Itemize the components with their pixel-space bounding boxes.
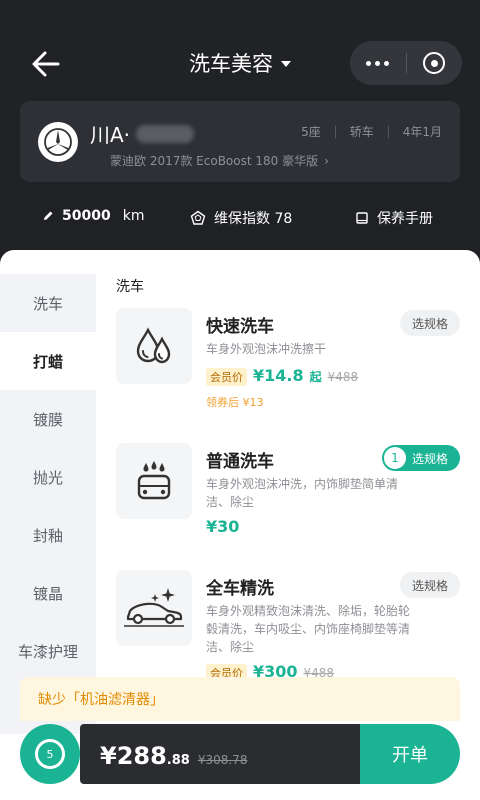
category-sidebar: 洗车 打蜡 镀膜 抛光 封釉 镀晶 车漆护理 — [0, 274, 96, 734]
cart-summary[interactable]: ¥288.88 ¥308.78 — [80, 724, 380, 784]
maintenance-index: 维保指数 78 — [214, 211, 293, 227]
service-image — [116, 570, 192, 646]
service-item-full-detail[interactable]: 全车精洗 车身外观精致泡沫清洗、除垢，轮胎轮毂清洗，车内吸尘、内饰座椅脚垫等清洁… — [114, 570, 464, 682]
page-title: 洗车美容 — [189, 52, 273, 76]
mini-program-capsule — [350, 41, 462, 85]
mileage-value: 50000 — [62, 208, 111, 224]
sidebar-item-label: 镀膜 — [32, 410, 63, 429]
plate-redacted — [136, 124, 195, 143]
mileage-unit: km — [122, 208, 145, 224]
car-stats: 50000 km 维保指数 78 保养手册 — [0, 208, 480, 234]
sidebar-item-glaze[interactable]: 封釉 — [0, 506, 96, 564]
close-mini-program-button[interactable] — [406, 41, 462, 85]
select-spec-button[interactable]: 1 选规格 — [382, 445, 460, 471]
create-order-label: 开单 — [392, 745, 428, 766]
service-name: 普通洗车 — [206, 452, 274, 472]
sidebar-item-crystal[interactable]: 镀晶 — [0, 564, 96, 622]
pencil-icon — [44, 211, 53, 220]
service-desc: 车身外观精致泡沫清洗、除垢，轮胎轮毂清洗，车内吸尘、内饰座椅脚垫等清洁、除尘 — [206, 604, 411, 654]
pentagon-icon — [190, 210, 206, 225]
mercedes-logo-icon — [44, 128, 72, 156]
car-rain-icon — [137, 461, 171, 500]
maintenance-manual-link[interactable]: 保养手册 — [355, 208, 433, 228]
mileage-stat[interactable]: 50000 km — [42, 208, 144, 224]
section-title: 洗车 — [116, 279, 144, 295]
car-model-text: 蒙迪欧 2017款 EcoBoost 180 豪华版 — [110, 154, 319, 168]
sparkle-car-icon — [124, 588, 184, 627]
car-body-type: 轿车 — [349, 125, 374, 139]
car-info-card[interactable]: 川A· 5座 轿车 4年1月 蒙迪欧 2017款 EcoBoost 180 豪华… — [20, 101, 460, 182]
sidebar-item-label: 封釉 — [32, 526, 63, 545]
cart-total-main: ¥288 — [100, 742, 167, 770]
maintenance-index-stat[interactable]: 维保指数 78 — [190, 208, 292, 228]
sidebar-item-wash[interactable]: 洗车 — [0, 274, 96, 332]
spec-label: 选规格 — [412, 451, 449, 466]
cart-bar: ¥288.88 ¥308.78 5 开单 — [20, 724, 460, 784]
meta-divider — [334, 125, 336, 138]
caret-down-icon — [281, 61, 291, 67]
license-plate: 川A· — [90, 119, 195, 148]
service-name: 快速洗车 — [206, 317, 274, 337]
cart-total-decimal: .88 — [166, 753, 190, 768]
select-spec-button[interactable]: 选规格 — [400, 310, 460, 336]
dot-icon — [384, 60, 390, 66]
sidebar-item-coating[interactable]: 镀膜 — [0, 390, 96, 448]
service-price-row: ¥30 — [206, 517, 239, 536]
dot-icon — [366, 60, 372, 66]
cart-total: ¥288.88 — [100, 742, 190, 770]
sidebar-item-label: 洗车 — [32, 294, 63, 313]
original-price: ¥488 — [327, 370, 359, 384]
meta-divider — [387, 125, 389, 138]
book-icon — [356, 212, 368, 224]
sidebar-item-label: 车漆护理 — [17, 642, 78, 661]
chevron-right-icon: › — [324, 153, 329, 168]
sidebar-item-paint-care[interactable]: 车漆护理 — [0, 622, 96, 680]
page-title-dropdown[interactable]: 洗车美容 — [189, 48, 291, 78]
price-suffix: 起 — [309, 370, 322, 384]
sidebar-item-label: 打蜡 — [32, 352, 63, 371]
more-button[interactable] — [350, 41, 406, 85]
create-order-button[interactable]: 开单 — [360, 724, 460, 784]
member-price-tag: 会员价 — [206, 368, 247, 386]
car-seats: 5座 — [301, 125, 321, 139]
service-desc: 车身外观泡沫冲洗，内饰脚垫简单清洁、除尘 — [206, 477, 399, 509]
car-meta: 5座 轿车 4年1月 — [301, 123, 442, 140]
target-icon — [423, 52, 446, 74]
service-price-row: 会员价 ¥14.8 起 ¥488 — [206, 366, 358, 386]
water-drops-icon — [136, 327, 171, 364]
sidebar-item-label: 抛光 — [32, 468, 63, 487]
arrow-left-icon — [32, 51, 60, 77]
service-item-quick-wash[interactable]: 快速洗车 车身外观泡沫冲洗擦干 会员价 ¥14.8 起 ¥488 领券后 ¥13… — [114, 308, 464, 418]
service-price: ¥14.8 — [253, 366, 304, 385]
service-item-standard-wash[interactable]: 普通洗车 车身外观泡沫冲洗，内饰脚垫简单清洁、除尘 ¥30 1 选规格 — [114, 443, 464, 543]
service-desc: 车身外观泡沫冲洗擦干 — [206, 342, 327, 356]
spec-label: 选规格 — [411, 578, 448, 593]
car-model-link[interactable]: 蒙迪欧 2017款 EcoBoost 180 豪华版 › — [110, 152, 329, 169]
car-age: 4年1月 — [402, 125, 442, 139]
cart-original-total: ¥308.78 — [197, 753, 248, 767]
spec-label: 选规格 — [411, 316, 448, 331]
cart-count-badge: 5 — [35, 739, 65, 769]
dot-icon — [375, 60, 381, 66]
maintenance-manual: 保养手册 — [377, 211, 433, 227]
sidebar-item-wax[interactable]: 打蜡 — [0, 332, 96, 390]
sidebar-item-label: 镀晶 — [32, 584, 63, 603]
plate-prefix: 川A· — [90, 123, 131, 147]
service-image — [116, 308, 192, 384]
brand-logo — [38, 122, 78, 162]
coupon-price: 领券后 ¥13 — [206, 396, 264, 409]
service-image — [116, 443, 192, 519]
sidebar-item-polish[interactable]: 抛光 — [0, 448, 96, 506]
spec-count-badge: 1 — [384, 447, 406, 469]
service-price: ¥30 — [206, 517, 240, 536]
cart-button[interactable]: 5 — [20, 724, 80, 784]
back-button[interactable] — [28, 46, 64, 82]
missing-part-warning[interactable]: 缺少「机油滤清器」 — [20, 677, 460, 721]
select-spec-button[interactable]: 选规格 — [400, 572, 460, 598]
service-name: 全车精洗 — [206, 579, 274, 599]
